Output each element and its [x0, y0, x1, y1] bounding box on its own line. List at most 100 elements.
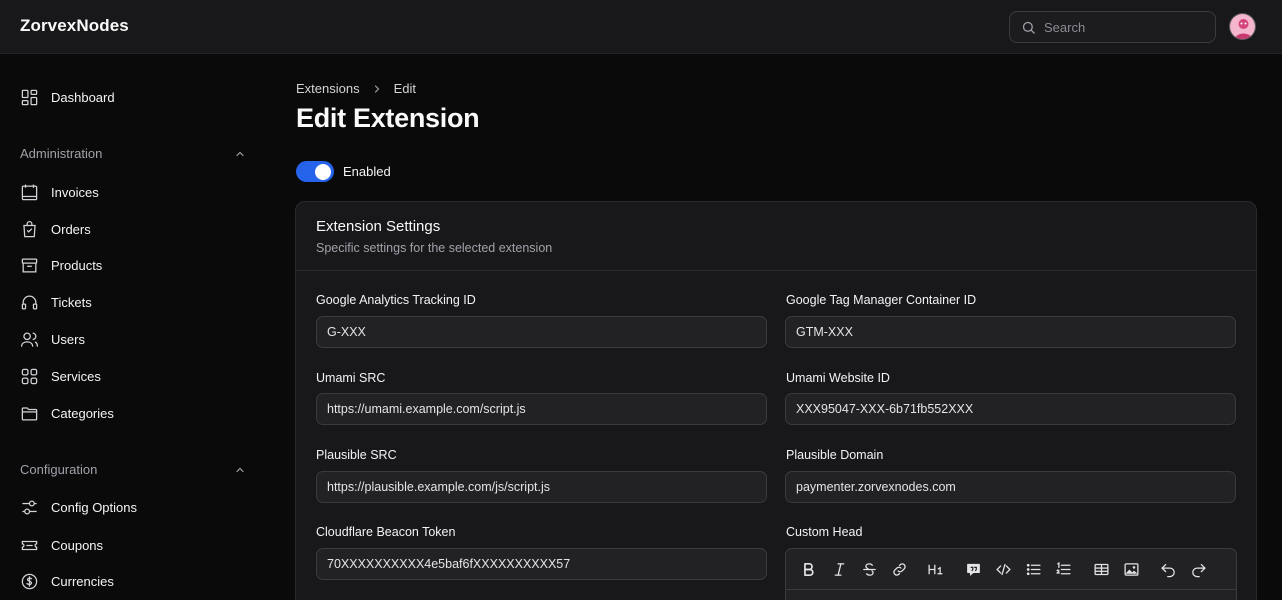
field-label-cloudflare: Cloudflare Beacon Token	[316, 525, 456, 539]
toggle-knob	[315, 163, 331, 180]
field-label-plausible-domain: Plausible Domain	[786, 448, 884, 462]
sidebar-item-invoices[interactable]: Invoices	[20, 180, 99, 204]
card-title: Extension Settings	[316, 218, 441, 235]
strikethrough-icon	[862, 562, 876, 576]
chevron-up-icon	[236, 151, 244, 156]
field-label-custom-head: Custom Head	[786, 525, 863, 539]
table-button[interactable]	[1092, 560, 1110, 578]
bullet-list-icon	[1026, 563, 1041, 575]
code-button[interactable]	[994, 560, 1012, 578]
umami-src-input[interactable]	[316, 393, 767, 425]
quote-icon	[966, 563, 980, 576]
ordered-list-button[interactable]	[1054, 560, 1072, 578]
plausible-domain-input[interactable]	[785, 471, 1236, 503]
field-label-plausible-src: Plausible SRC	[316, 448, 397, 462]
top-bar: ZorvexNodes	[0, 0, 1282, 54]
link-button[interactable]	[890, 560, 908, 578]
field-label-gtm: Google Tag Manager Container ID	[786, 293, 977, 307]
enabled-toggle[interactable]	[296, 161, 334, 182]
sidebar-item-label: Categories	[51, 405, 114, 421]
sidebar: Dashboard Administration Invoices Orders…	[0, 54, 270, 600]
undo-button[interactable]	[1159, 560, 1177, 578]
bag-icon	[23, 220, 36, 237]
chevron-up-icon	[236, 467, 244, 472]
field-label-umami-id: Umami Website ID	[786, 371, 890, 385]
redo-button[interactable]	[1189, 560, 1207, 578]
field-label-umami-src: Umami SRC	[316, 371, 386, 385]
avatar[interactable]	[1229, 13, 1256, 40]
sidebar-item-currencies[interactable]: Currencies	[20, 569, 114, 593]
heading-icon	[927, 564, 943, 574]
section-title: Configuration	[20, 462, 98, 477]
grid-icon	[21, 368, 38, 384]
section-administration[interactable]: Administration	[20, 146, 246, 161]
sidebar-item-users[interactable]: Users	[20, 327, 85, 351]
page-title: Edit Extension	[296, 103, 480, 133]
ticket-icon	[21, 540, 38, 550]
sidebar-item-label: Services	[51, 368, 101, 384]
card-header: Extension Settings Specific settings for…	[296, 202, 1256, 271]
sidebar-item-products[interactable]: Products	[20, 253, 102, 277]
chevron-right-icon	[374, 84, 379, 93]
sidebar-item-label: Currencies	[51, 573, 114, 589]
breadcrumb-extensions[interactable]: Extensions	[296, 81, 360, 96]
enabled-label: Enabled	[343, 164, 391, 179]
currency-icon	[21, 573, 38, 589]
sidebar-item-label: Users	[51, 331, 85, 347]
custom-head-editor[interactable]	[785, 548, 1237, 600]
cloudflare-token-input[interactable]	[316, 548, 767, 580]
sliders-icon	[22, 500, 37, 514]
users-icon	[20, 332, 39, 347]
italic-button[interactable]	[830, 560, 848, 578]
field-label-ga: Google Analytics Tracking ID	[316, 293, 476, 307]
table-icon	[1093, 563, 1109, 575]
sidebar-item-label: Orders	[51, 221, 91, 237]
search-icon	[1022, 21, 1035, 34]
heading-button[interactable]	[926, 560, 944, 578]
plausible-src-input[interactable]	[316, 471, 767, 503]
undo-icon	[1160, 563, 1175, 577]
ga-tracking-id-input[interactable]	[316, 316, 767, 348]
section-configuration[interactable]: Configuration	[20, 462, 246, 477]
sidebar-item-config-options[interactable]: Config Options	[20, 495, 137, 519]
image-icon	[1123, 562, 1139, 576]
sidebar-item-services[interactable]: Services	[20, 364, 101, 388]
sidebar-item-categories[interactable]: Categories	[20, 401, 114, 425]
breadcrumb: Extensions Edit	[296, 81, 416, 96]
brand-logo[interactable]: ZorvexNodes	[20, 16, 129, 36]
umami-website-id-input[interactable]	[785, 393, 1236, 425]
code-icon	[995, 563, 1011, 575]
card-subtitle: Specific settings for the selected exten…	[316, 241, 553, 255]
headset-icon	[21, 295, 38, 309]
gtm-container-id-input[interactable]	[785, 316, 1236, 348]
box-icon	[21, 258, 38, 272]
strikethrough-button[interactable]	[860, 560, 878, 578]
sidebar-item-label: Invoices	[51, 184, 99, 200]
section-title: Administration	[20, 146, 103, 161]
dashboard-icon	[21, 89, 38, 105]
bold-icon	[803, 562, 814, 576]
sidebar-item-orders[interactable]: Orders	[20, 217, 91, 241]
bold-button[interactable]	[799, 560, 817, 578]
search-input[interactable]	[1044, 19, 1204, 35]
redo-icon	[1191, 563, 1206, 577]
sidebar-item-coupons[interactable]: Coupons	[20, 533, 103, 557]
sidebar-item-dashboard[interactable]: Dashboard	[20, 85, 115, 109]
search-box[interactable]	[1009, 11, 1216, 43]
sidebar-item-label: Coupons	[51, 537, 104, 553]
sidebar-item-label: Products	[51, 257, 103, 273]
folder-icon	[21, 406, 38, 420]
ordered-list-icon	[1055, 561, 1071, 574]
invoice-icon	[21, 184, 38, 200]
image-button[interactable]	[1122, 560, 1140, 578]
sidebar-item-label: Config Options	[51, 499, 137, 515]
sidebar-item-tickets[interactable]: Tickets	[20, 290, 92, 314]
breadcrumb-edit: Edit	[393, 81, 416, 96]
sidebar-item-label: Tickets	[51, 294, 92, 310]
italic-icon	[834, 562, 844, 576]
blockquote-button[interactable]	[964, 560, 982, 578]
sidebar-item-label: Dashboard	[51, 89, 115, 105]
link-icon	[892, 562, 906, 576]
editor-toolbar	[786, 549, 1236, 590]
bullet-list-button[interactable]	[1024, 560, 1042, 578]
